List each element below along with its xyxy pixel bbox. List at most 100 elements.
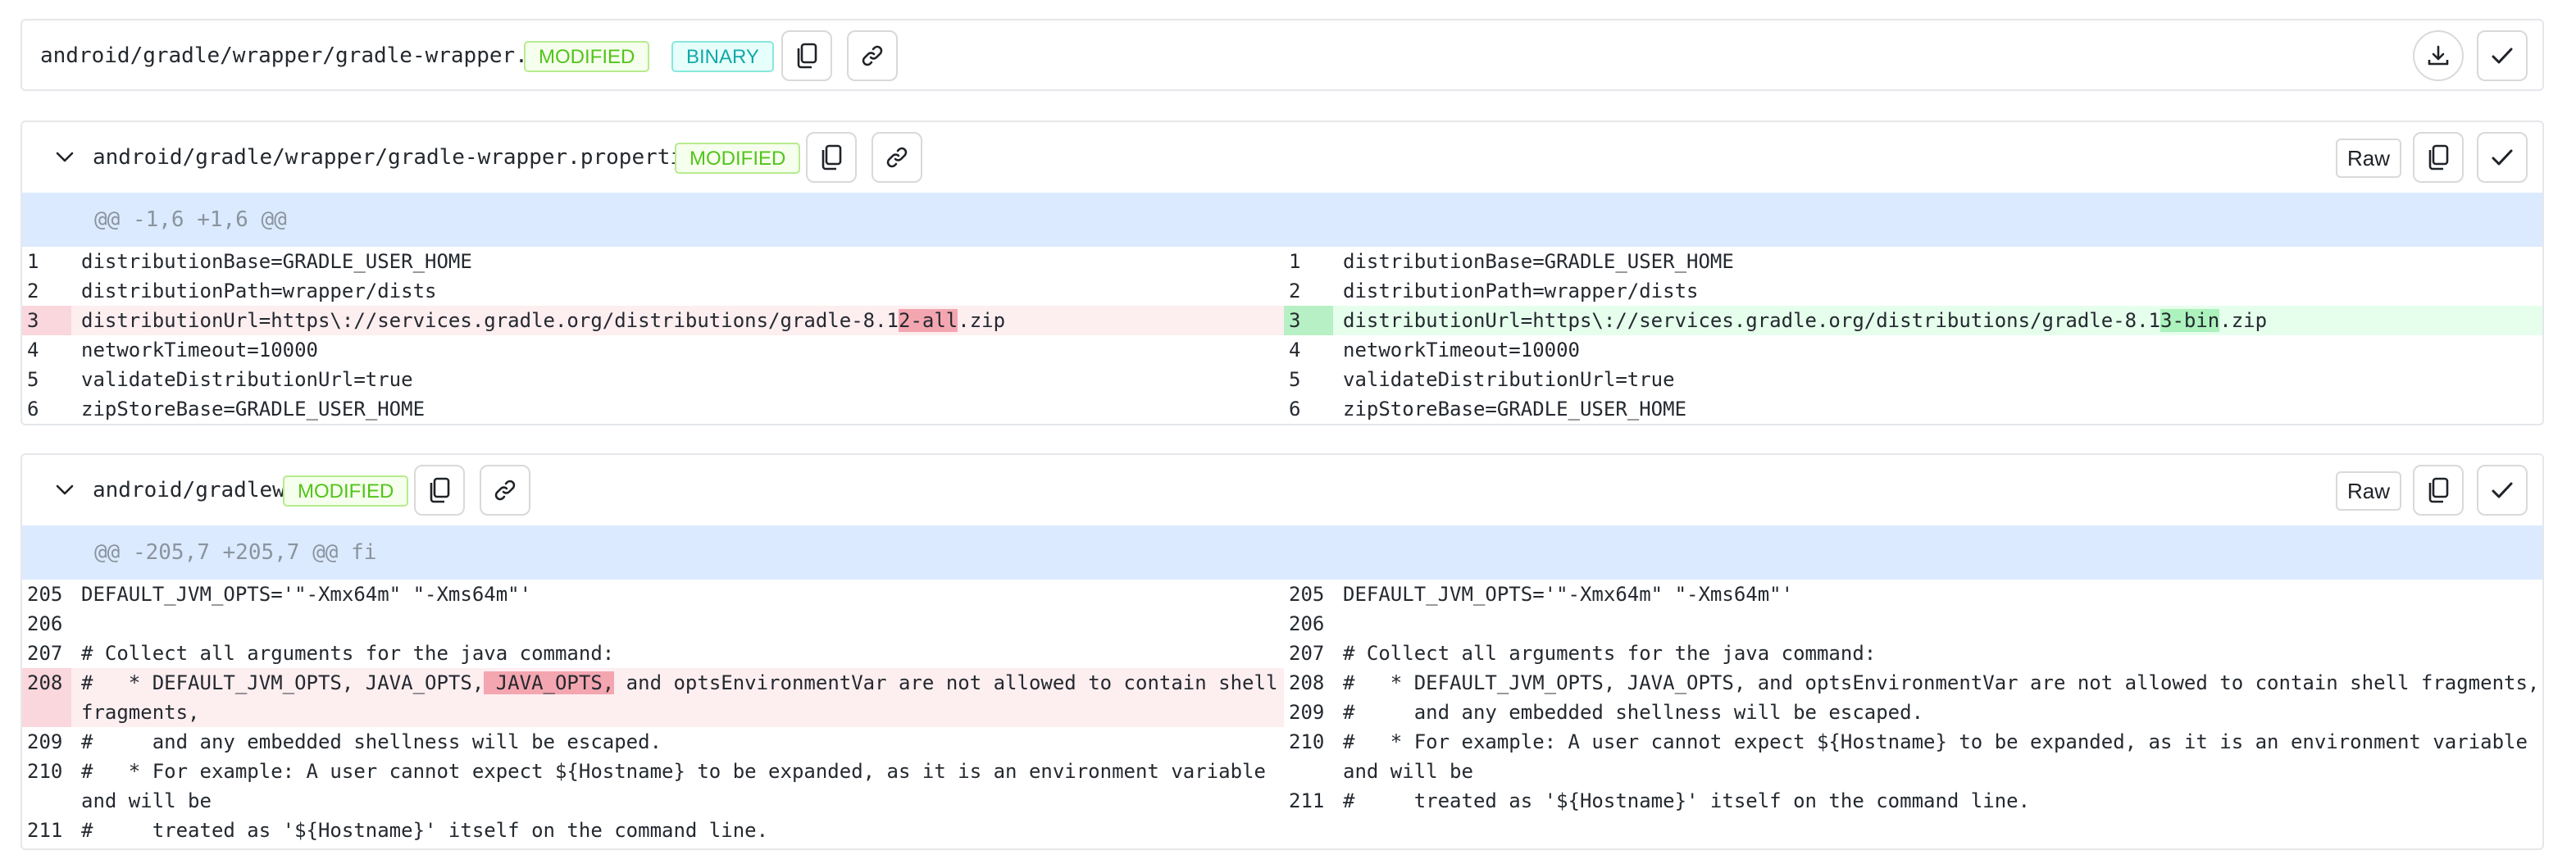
code-segment: .zip bbox=[2219, 309, 2268, 332]
diff-line: 205 DEFAULT_JVM_OPTS='"-Xmx64m" "-Xms64m"… bbox=[1284, 580, 2542, 609]
binary-badge: BINARY bbox=[671, 41, 774, 72]
download-icon bbox=[2426, 43, 2451, 68]
line-number[interactable]: 3 bbox=[1284, 306, 1333, 335]
line-number[interactable]: 207 bbox=[22, 639, 71, 668]
line-number[interactable]: 210 bbox=[22, 757, 71, 816]
chevron-down-icon[interactable] bbox=[53, 146, 76, 169]
code-text: distributionUrl=https\://services.gradle… bbox=[1333, 306, 2542, 335]
code-text: distributionUrl=https\://services.gradle… bbox=[71, 306, 1284, 335]
code-text: # treated as '${Hostname}' itself on the… bbox=[81, 819, 769, 842]
raw-button[interactable]: Raw bbox=[2336, 139, 2401, 178]
line-number[interactable]: 5 bbox=[1284, 365, 1333, 394]
line-number[interactable]: 209 bbox=[22, 727, 71, 757]
line-number[interactable]: 205 bbox=[1284, 580, 1333, 609]
diff-line: 211 # treated as '${Hostname}' itself on … bbox=[1284, 786, 2542, 816]
code-text: DEFAULT_JVM_OPTS='"-Xmx64m" "-Xms64m"' bbox=[81, 583, 532, 606]
line-number[interactable]: 208 bbox=[1284, 668, 1333, 698]
code-text: zipStoreBase=GRADLE_USER_HOME bbox=[1343, 398, 1687, 421]
copy-icon bbox=[2427, 477, 2450, 503]
diff-line-changed: 3 distributionUrl=https\://services.gradl… bbox=[22, 306, 1284, 335]
code-text: # and any embedded shellness will be esc… bbox=[81, 730, 662, 753]
file-path[interactable]: android/gradle/wrapper/gradle-wrapper.pr… bbox=[93, 122, 708, 193]
copy-file-button[interactable] bbox=[2413, 132, 2464, 183]
line-number[interactable]: 6 bbox=[22, 394, 71, 424]
copy-path-button[interactable] bbox=[781, 30, 832, 81]
raw-button[interactable]: Raw bbox=[2336, 471, 2401, 511]
diff-right-pane: 205 DEFAULT_JVM_OPTS='"-Xmx64m" "-Xms64m"… bbox=[1284, 580, 2542, 816]
diff-line: 6 zipStoreBase=GRADLE_USER_HOME bbox=[1284, 394, 2542, 424]
diff-line: 206 bbox=[22, 609, 1284, 639]
line-number[interactable]: 1 bbox=[22, 247, 71, 276]
line-number[interactable]: 4 bbox=[1284, 335, 1333, 365]
code-text: distributionPath=wrapper/dists bbox=[81, 280, 437, 302]
code-text: validateDistributionUrl=true bbox=[81, 368, 413, 391]
diff-line: 4 networkTimeout=10000 bbox=[22, 335, 1284, 365]
line-number[interactable]: 208 bbox=[22, 668, 71, 727]
copy-path-button[interactable] bbox=[806, 132, 857, 183]
status-badge: MODIFIED bbox=[283, 475, 409, 507]
line-number[interactable]: 3 bbox=[22, 306, 71, 335]
code-text: # Collect all arguments for the java com… bbox=[1343, 642, 1877, 665]
copy-link-button[interactable] bbox=[872, 132, 922, 183]
chevron-down-icon[interactable] bbox=[53, 479, 76, 502]
diff-right-pane: 1 distributionBase=GRADLE_USER_HOME 2 distr… bbox=[1284, 247, 2542, 424]
file-path[interactable]: android/gradlew bbox=[93, 455, 285, 525]
line-number[interactable]: 2 bbox=[22, 276, 71, 306]
copy-file-button[interactable] bbox=[2413, 465, 2464, 516]
line-number[interactable]: 210 bbox=[1284, 727, 1333, 786]
check-icon bbox=[2490, 43, 2515, 68]
link-icon bbox=[493, 478, 517, 502]
line-number[interactable]: 205 bbox=[22, 580, 71, 609]
line-number[interactable]: 5 bbox=[22, 365, 71, 394]
check-icon bbox=[2490, 145, 2515, 170]
line-number[interactable]: 211 bbox=[1284, 786, 1333, 816]
diff-line: 205 DEFAULT_JVM_OPTS='"-Xmx64m" "-Xms64m"… bbox=[22, 580, 1284, 609]
diff-line: 1 distributionBase=GRADLE_USER_HOME bbox=[22, 247, 1284, 276]
code-text: # * For example: A user cannot expect ${… bbox=[1343, 730, 2540, 783]
mark-viewed-button[interactable] bbox=[2477, 132, 2528, 183]
diff-line: 207 # Collect all arguments for the java … bbox=[22, 639, 1284, 668]
file-header: android/gradle/wrapper/gradle-wrapper.ja… bbox=[22, 20, 2542, 89]
copy-path-button[interactable] bbox=[414, 465, 465, 516]
removed-text-highlight: JAVA_OPTS, bbox=[484, 671, 615, 694]
diff-line: 210 # * For example: A user cannot expect… bbox=[1284, 727, 2542, 786]
code-text: zipStoreBase=GRADLE_USER_HOME bbox=[81, 398, 426, 421]
download-button[interactable] bbox=[2413, 30, 2464, 81]
removed-text-highlight: 2-all bbox=[899, 309, 958, 332]
code-text: validateDistributionUrl=true bbox=[1343, 368, 1675, 391]
mark-viewed-button[interactable] bbox=[2477, 465, 2528, 516]
code-segment: .zip bbox=[958, 309, 1006, 332]
diff-line: 5 validateDistributionUrl=true bbox=[22, 365, 1284, 394]
code-text: distributionBase=GRADLE_USER_HOME bbox=[81, 250, 472, 273]
file-card-gradle-wrapper-properties: android/gradle/wrapper/gradle-wrapper.pr… bbox=[20, 121, 2544, 425]
line-number[interactable]: 207 bbox=[1284, 639, 1333, 668]
status-badge: MODIFIED bbox=[524, 41, 650, 72]
diff-line: 1 distributionBase=GRADLE_USER_HOME bbox=[1284, 247, 2542, 276]
link-icon bbox=[860, 43, 885, 68]
copy-icon bbox=[820, 144, 843, 171]
hunk-header: @@ -205,7 +205,7 @@ fi bbox=[22, 525, 2542, 580]
copy-icon bbox=[2427, 144, 2450, 171]
line-number[interactable]: 6 bbox=[1284, 394, 1333, 424]
file-path[interactable]: android/gradle/wrapper/gradle-wrapper.ja… bbox=[40, 20, 567, 89]
line-number[interactable]: 211 bbox=[22, 816, 71, 845]
copy-link-button[interactable] bbox=[847, 30, 898, 81]
line-number[interactable]: 206 bbox=[1284, 609, 1333, 639]
code-text: # * For example: A user cannot expect ${… bbox=[81, 760, 1278, 812]
line-number[interactable]: 209 bbox=[1284, 698, 1333, 727]
diff-line: 5 validateDistributionUrl=true bbox=[1284, 365, 2542, 394]
line-number[interactable]: 2 bbox=[1284, 276, 1333, 306]
mark-viewed-button[interactable] bbox=[2477, 30, 2528, 81]
line-number[interactable]: 1 bbox=[1284, 247, 1333, 276]
copy-icon bbox=[428, 477, 451, 503]
line-number[interactable]: 206 bbox=[22, 609, 71, 639]
line-number[interactable]: 4 bbox=[22, 335, 71, 365]
file-header: android/gradle/wrapper/gradle-wrapper.pr… bbox=[22, 122, 2542, 193]
link-icon bbox=[885, 145, 909, 170]
diff-line: 6 zipStoreBase=GRADLE_USER_HOME bbox=[22, 394, 1284, 424]
code-text: # * DEFAULT_JVM_OPTS, JAVA_OPTS, JAVA_OP… bbox=[71, 668, 1284, 727]
code-text: # treated as '${Hostname}' itself on the… bbox=[1343, 789, 2031, 812]
copy-link-button[interactable] bbox=[480, 465, 530, 516]
file-header: android/gradlew MODIFIED Raw bbox=[22, 455, 2542, 525]
